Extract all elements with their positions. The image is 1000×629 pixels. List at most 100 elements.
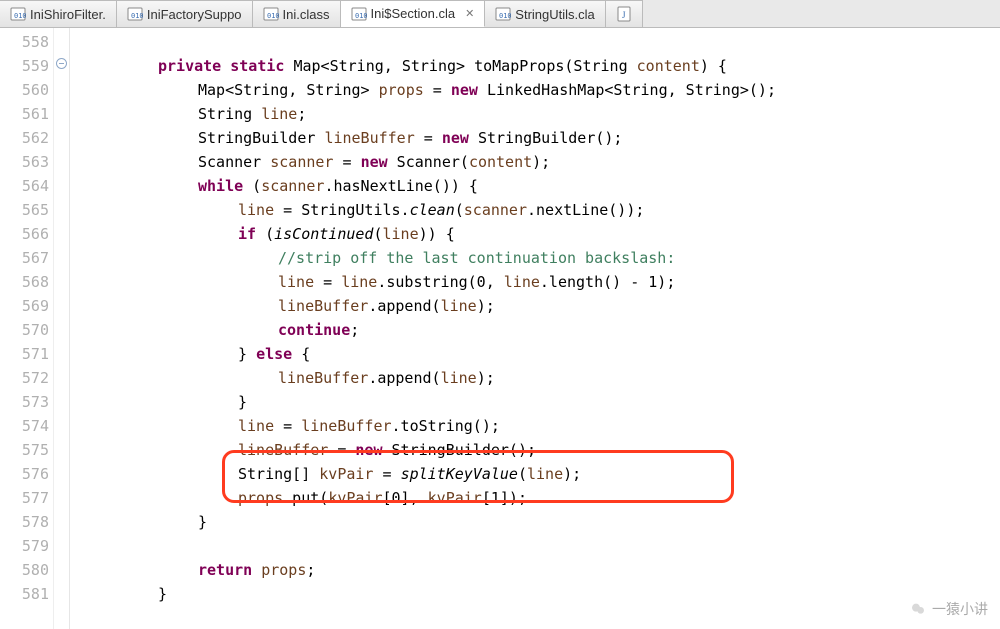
line-number: 558	[6, 30, 49, 54]
token-pun: .toString();	[392, 417, 500, 435]
code-line[interactable]: lineBuffer.append(line);	[78, 366, 1000, 390]
code-line[interactable]: //strip off the last continuation backsl…	[78, 246, 1000, 270]
token-pun: );	[532, 153, 550, 171]
token-var: lineBuffer	[238, 441, 328, 459]
token-pun: }	[198, 513, 207, 531]
code-line[interactable]: line = StringUtils.clean(scanner.nextLin…	[78, 198, 1000, 222]
fold-cell	[54, 388, 69, 412]
editor-tab[interactable]: 010 Ini.class	[253, 0, 341, 27]
code-line[interactable]: Map<String, String> props = new LinkedHa…	[78, 78, 1000, 102]
token-pun: (	[373, 225, 382, 243]
token-kw: new	[361, 153, 388, 171]
token-pun: (String	[564, 57, 636, 75]
code-line[interactable]: while (scanner.hasNextLine()) {	[78, 174, 1000, 198]
tab-label: Ini$Section.cla	[371, 6, 456, 21]
code-line[interactable]: lineBuffer = new StringBuilder();	[78, 438, 1000, 462]
svg-text:010: 010	[14, 12, 26, 20]
editor-tab[interactable]: 010 IniShiroFilter.	[0, 0, 117, 27]
code-line[interactable]: String[] kvPair = splitKeyValue(line);	[78, 462, 1000, 486]
code-area[interactable]: private static Map<String, String> toMap…	[70, 28, 1000, 629]
line-number: 560	[6, 78, 49, 102]
token-kw: return	[198, 561, 252, 579]
code-line[interactable]: StringBuilder lineBuffer = new StringBui…	[78, 126, 1000, 150]
code-line[interactable]: } else {	[78, 342, 1000, 366]
token-pun: [0],	[383, 489, 428, 507]
code-line[interactable]: props.put(kvPair[0], kvPair[1]);	[78, 486, 1000, 510]
code-line[interactable]	[78, 30, 1000, 54]
token-pun: )) {	[419, 225, 455, 243]
fold-cell	[54, 484, 69, 508]
line-number: 576	[6, 462, 49, 486]
token-var: line	[238, 417, 274, 435]
editor-tab-active[interactable]: 010 Ini$Section.cla ✕	[341, 0, 486, 27]
fold-column[interactable]	[54, 28, 70, 629]
java-class-file-icon: 010	[10, 6, 26, 22]
token-var: line	[278, 273, 314, 291]
token-var: line	[341, 273, 377, 291]
editor-tab[interactable]: 010 IniFactorySuppo	[117, 0, 253, 27]
watermark-text: 一猿小讲	[932, 599, 988, 619]
token-pun: .put(	[283, 489, 328, 507]
code-line[interactable]: String line;	[78, 102, 1000, 126]
token-pun: {	[292, 345, 310, 363]
fold-cell	[54, 556, 69, 580]
token-pun: ;	[306, 561, 315, 579]
code-line[interactable]: }	[78, 582, 1000, 606]
token-pun: =	[314, 273, 341, 291]
code-line[interactable]: line = line.substring(0, line.length() -…	[78, 270, 1000, 294]
fold-cell	[54, 52, 69, 76]
tab-label: Ini.class	[283, 7, 330, 22]
token-mth: toMapProps	[474, 57, 564, 75]
java-class-file-icon: 010	[351, 6, 367, 22]
close-icon[interactable]: ✕	[465, 7, 474, 20]
fold-cell	[54, 508, 69, 532]
token-kw: private	[158, 57, 221, 75]
token-typ: String[]	[238, 465, 319, 483]
editor-tab-partial[interactable]: J	[606, 0, 643, 27]
fold-cell	[54, 148, 69, 172]
token-pun: (	[518, 465, 527, 483]
code-line[interactable]: Scanner scanner = new Scanner(content);	[78, 150, 1000, 174]
token-kw: else	[256, 345, 292, 363]
java-class-file-icon: 010	[127, 6, 143, 22]
editor-tab[interactable]: 010 StringUtils.cla	[485, 0, 605, 27]
token-typ: Scanner	[198, 153, 270, 171]
token-pun: ) {	[700, 57, 727, 75]
svg-text:010: 010	[131, 12, 143, 20]
line-number: 566	[6, 222, 49, 246]
code-line[interactable]: }	[78, 510, 1000, 534]
line-number-gutter[interactable]: 5585595605615625635645655665675685695705…	[0, 28, 54, 629]
code-line[interactable]: return props;	[78, 558, 1000, 582]
code-line[interactable]: line = lineBuffer.toString();	[78, 414, 1000, 438]
token-pun: = StringUtils.	[274, 201, 409, 219]
code-line[interactable]: private static Map<String, String> toMap…	[78, 54, 1000, 78]
fold-cell	[54, 316, 69, 340]
java-class-file-icon: 010	[495, 6, 511, 22]
token-var: kvPair	[319, 465, 373, 483]
code-line[interactable]: continue;	[78, 318, 1000, 342]
token-var: props	[379, 81, 424, 99]
token-pun: ;	[297, 105, 306, 123]
token-kw: new	[451, 81, 478, 99]
token-kw: if	[238, 225, 256, 243]
line-number: 562	[6, 126, 49, 150]
token-typ: Map<String, String>	[198, 81, 379, 99]
token-pun: =	[328, 441, 355, 459]
code-editor[interactable]: 5585595605615625635645655665675685695705…	[0, 28, 1000, 629]
code-line[interactable]: lineBuffer.append(line);	[78, 294, 1000, 318]
line-number: 559	[6, 54, 49, 78]
code-line[interactable]	[78, 534, 1000, 558]
collapse-icon[interactable]	[56, 58, 67, 69]
token-pun: =	[373, 465, 400, 483]
code-line[interactable]: if (isContinued(line)) {	[78, 222, 1000, 246]
tab-label: StringUtils.cla	[515, 7, 594, 22]
token-pun: .hasNextLine()) {	[324, 177, 478, 195]
token-var: line	[504, 273, 540, 291]
token-cmt: //strip off the last continuation backsl…	[278, 249, 675, 267]
token-pun: .length() - 1);	[540, 273, 675, 291]
token-kw: new	[355, 441, 382, 459]
token-pun: }	[158, 585, 167, 603]
code-line[interactable]: }	[78, 390, 1000, 414]
tab-label: IniFactorySuppo	[147, 7, 242, 22]
svg-text:J: J	[622, 10, 626, 20]
